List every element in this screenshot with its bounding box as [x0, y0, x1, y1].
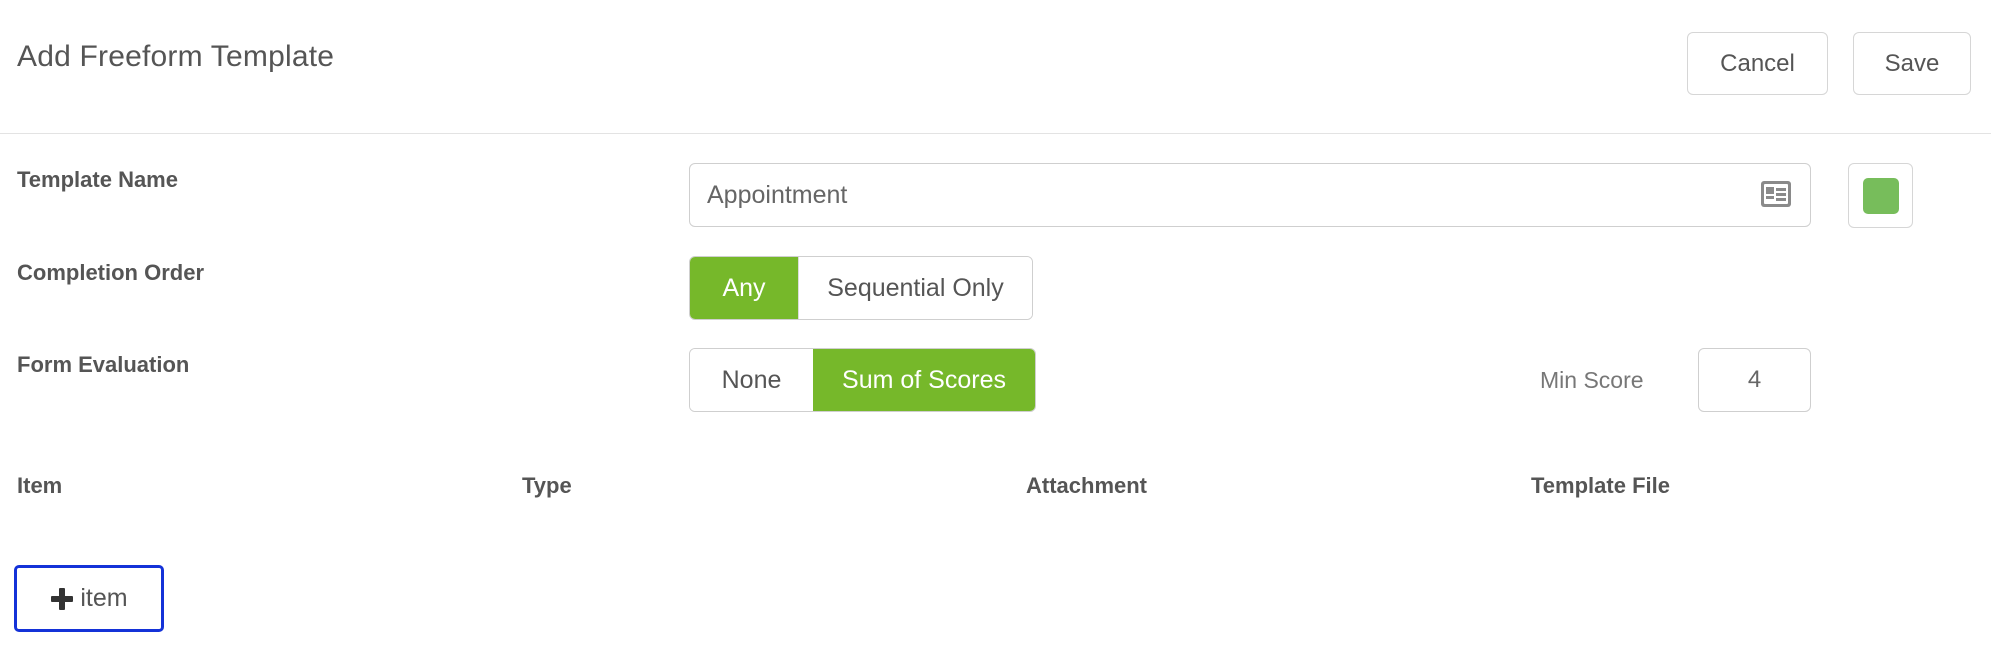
- completion-order-any-option[interactable]: Any: [690, 257, 798, 319]
- min-score-input[interactable]: [1698, 348, 1811, 412]
- color-picker-button[interactable]: [1848, 163, 1913, 228]
- template-name-label: Template Name: [17, 167, 178, 192]
- column-header-item: Item: [17, 473, 63, 498]
- form-evaluation-sum-option[interactable]: Sum of Scores: [813, 349, 1035, 411]
- form-evaluation-toggle: None Sum of Scores: [689, 348, 1036, 412]
- header: Add Freeform Template Cancel Save: [0, 0, 1991, 134]
- completion-order-sequential-option[interactable]: Sequential Only: [798, 257, 1032, 319]
- completion-order-label: Completion Order: [17, 260, 205, 285]
- column-header-type: Type: [522, 473, 572, 498]
- completion-order-toggle: Any Sequential Only: [689, 256, 1033, 320]
- save-button[interactable]: Save: [1853, 32, 1971, 95]
- color-swatch: [1863, 178, 1899, 214]
- id-card-icon: [1761, 181, 1791, 207]
- column-header-template-file: Template File: [1531, 473, 1670, 498]
- column-header-attachment: Attachment: [1026, 473, 1148, 498]
- add-freeform-template-page: Add Freeform Template Cancel Save Templa…: [0, 0, 1991, 645]
- plus-icon: [51, 587, 74, 610]
- add-item-label: item: [80, 584, 128, 612]
- add-item-button[interactable]: item: [14, 565, 164, 632]
- template-name-field[interactable]: [689, 163, 1811, 227]
- cancel-button[interactable]: Cancel: [1687, 32, 1828, 95]
- page-title: Add Freeform Template: [17, 40, 335, 73]
- form-evaluation-none-option[interactable]: None: [690, 349, 813, 411]
- template-name-input[interactable]: [690, 164, 1750, 226]
- form-evaluation-label: Form Evaluation: [17, 352, 190, 377]
- min-score-label: Min Score: [1540, 367, 1644, 393]
